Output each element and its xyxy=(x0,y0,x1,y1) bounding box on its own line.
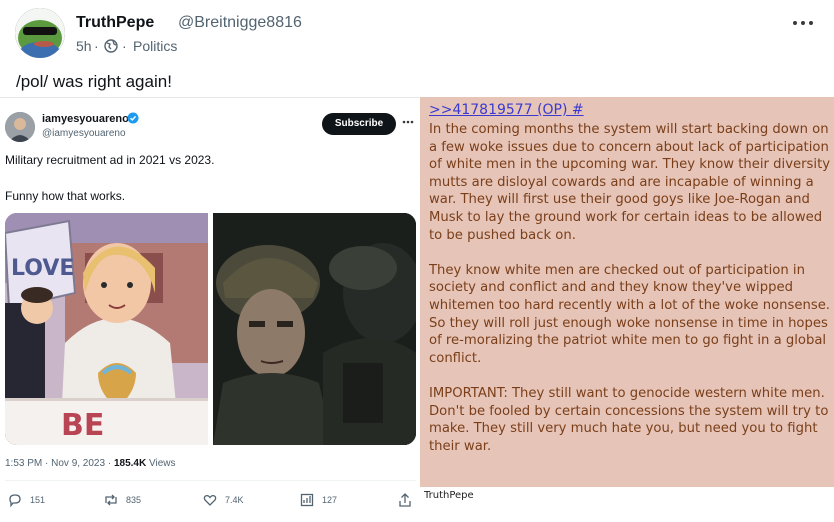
tweet-like-action: 7.4K xyxy=(202,490,262,510)
tweet-avatar xyxy=(5,112,35,142)
reply-count: 151 xyxy=(30,495,46,505)
tweet-timestamp: 1:53 PM · Nov 9, 2023 · 185.4K Views xyxy=(5,458,175,469)
verified-badge-icon xyxy=(127,112,139,124)
chan-paragraph-2: They know white men are checked out of p… xyxy=(429,262,830,366)
embedded-tweet: iamyesyouareno @iamyesyouareno Subscribe… xyxy=(0,97,419,522)
like-count: 7.4K xyxy=(225,495,244,505)
be-banner-text: BE xyxy=(61,408,104,443)
post-header: TruthPepe @Breitnigge8816 5h · · Politic… xyxy=(0,0,834,91)
reply-icon xyxy=(9,494,21,508)
tweet-share-action xyxy=(397,490,417,510)
post-image[interactable]: iamyesyouareno @iamyesyouareno Subscribe… xyxy=(0,97,834,522)
chan-credit-strip: TruthPepe xyxy=(420,487,834,522)
repost-icon xyxy=(105,494,117,506)
globe-icon xyxy=(104,39,118,53)
author-handle[interactable]: @Breitnigge8816 xyxy=(178,14,302,32)
chan-post-screenshot: >>417819577 (OP) # In the coming months … xyxy=(420,97,834,487)
tweet-text-line-1: Military recruitment ad in 2021 vs 2023. xyxy=(5,153,215,167)
chan-post-reference: >>417819577 (OP) # xyxy=(429,102,584,118)
chan-paragraph-1: In the coming months the system will sta… xyxy=(429,122,831,243)
tweet-bookmark-action: 127 xyxy=(299,490,359,510)
chan-paragraph-3: IMPORTANT: They still want to genocide w… xyxy=(429,385,829,454)
share-icon xyxy=(399,493,411,507)
post-text: /pol/ was right again! xyxy=(16,72,172,91)
tweet-action-bar: 151 835 7.4K 127 xyxy=(0,490,419,512)
tweet-time-text: 1:53 PM · Nov 9, 2023 · xyxy=(5,458,114,469)
tweet-author-handle: @iamyesyouareno xyxy=(42,128,126,139)
author-name[interactable]: TruthPepe xyxy=(76,14,154,32)
tweet-reply-action: 151 xyxy=(7,490,67,510)
views-count: 127 xyxy=(322,495,338,505)
love-sign-text: LOVE xyxy=(11,256,74,281)
avatar[interactable] xyxy=(15,8,65,58)
subscribe-button: Subscribe xyxy=(322,113,396,135)
tweet-text-line-2: Funny how that works. xyxy=(5,189,126,203)
tweet-more-icon xyxy=(402,114,414,124)
cartoon-recruitment-image: LOVE BE xyxy=(5,213,208,445)
tweet-views-count: 185.4K xyxy=(113,458,147,469)
tweet-media: LOVE BE xyxy=(5,213,416,445)
tweet-divider xyxy=(5,480,416,481)
tweet-avatar-image xyxy=(5,112,35,142)
ellipsis-icon xyxy=(793,21,813,25)
chan-credit-text: TruthPepe xyxy=(424,490,474,501)
meta-separator-2: · xyxy=(122,38,127,54)
tweet-views-label: Views xyxy=(146,458,176,469)
meta-separator: · xyxy=(94,38,99,54)
chan-post-body: In the coming months the system will sta… xyxy=(429,121,831,473)
soldier-recruitment-image xyxy=(213,213,416,445)
more-options-button[interactable] xyxy=(792,14,816,30)
post-time: 5h xyxy=(76,38,92,54)
post-category[interactable]: Politics xyxy=(133,38,177,54)
like-icon xyxy=(203,494,217,506)
tweet-repost-action: 835 xyxy=(103,490,163,510)
bookmark-icon xyxy=(300,493,314,507)
pepe-avatar-image xyxy=(15,8,65,58)
tweet-author-name: iamyesyouareno xyxy=(42,113,129,125)
repost-count: 835 xyxy=(126,495,142,505)
